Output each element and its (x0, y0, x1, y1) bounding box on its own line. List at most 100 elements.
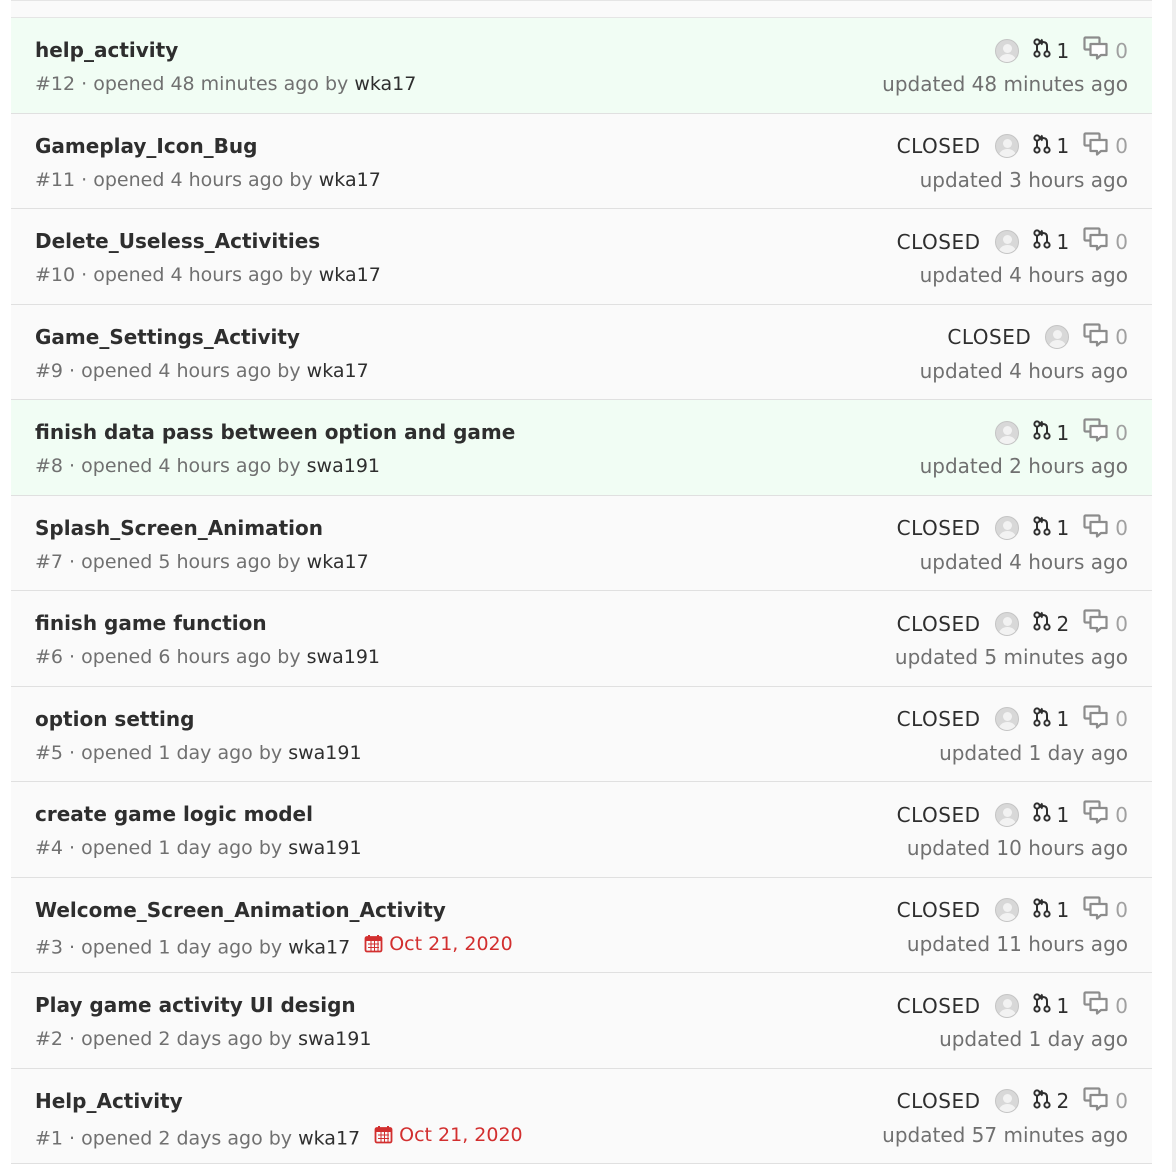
issues-list: help_activity #12 · opened 48 minutes ago… (11, 0, 1152, 1173)
issue-title-link[interactable]: Game_Settings_Activity (35, 325, 300, 349)
calendar-icon (374, 1125, 393, 1144)
avatar[interactable] (994, 898, 1019, 922)
avatar[interactable] (1045, 325, 1070, 349)
avatar[interactable] (994, 707, 1019, 731)
issue-author-link[interactable]: swa191 (307, 646, 380, 668)
issue-number: #6 (35, 646, 64, 668)
comments-icon (1083, 1086, 1109, 1116)
merge-requests-count[interactable]: 1 (1032, 802, 1070, 827)
issue-row[interactable]: finish data pass between option and game… (11, 400, 1152, 496)
merge-requests-count-text: 1 (1056, 707, 1070, 731)
issue-number: #8 (35, 455, 64, 477)
comments-count[interactable]: 0 (1083, 418, 1128, 447)
issue-author-link[interactable]: wka17 (307, 551, 369, 573)
issue-rows: help_activity #12 · opened 48 minutes ago… (11, 18, 1152, 1164)
merge-requests-count[interactable]: 1 (1032, 897, 1069, 923)
merge-requests-count[interactable]: 1 (1032, 420, 1069, 445)
avatar[interactable] (994, 993, 1019, 1018)
issue-author-link[interactable]: swa191 (288, 742, 361, 764)
issue-row[interactable]: Gameplay_Icon_Bug #11 · opened 4 hours ag… (11, 113, 1152, 209)
issue-author-link[interactable]: swa191 (298, 1028, 371, 1050)
merge-requests-count[interactable]: 1 (1032, 38, 1069, 63)
issue-row[interactable]: option setting #5 · opened 1 day ago by s… (11, 686, 1152, 782)
comments-icon (1083, 513, 1109, 543)
issue-number: #9 (35, 359, 64, 382)
scrollbar[interactable] (1172, 0, 1176, 1172)
issue-author-link[interactable]: wka17 (298, 1127, 360, 1149)
issue-title-link[interactable]: Delete_Useless_Activities (35, 229, 320, 253)
issue-title-link[interactable]: Play game activity UI design (35, 993, 356, 1017)
avatar[interactable] (994, 420, 1019, 445)
issue-controls: 10 (994, 418, 1128, 447)
comments-count[interactable]: 0 (1083, 513, 1128, 543)
issue-title-link[interactable]: create game logic model (35, 802, 313, 826)
avatar[interactable] (994, 229, 1019, 254)
avatar[interactable] (994, 611, 1019, 636)
status-badge: CLOSED (896, 707, 981, 731)
avatar[interactable] (994, 802, 1019, 827)
issue-title-link[interactable]: Gameplay_Icon_Bug (35, 134, 257, 158)
merge-requests-count[interactable]: 2 (1032, 1088, 1069, 1114)
issue-updated: updated 4 hours ago (919, 263, 1128, 287)
issue-row[interactable]: create game logic model #4 · opened 1 day… (11, 782, 1152, 878)
merge-requests-count[interactable]: 1 (1032, 133, 1069, 159)
avatar[interactable] (994, 1089, 1019, 1113)
issue-controls: CLOSED 1 0 (897, 513, 1128, 543)
issue-title-link[interactable]: Help_Activity (35, 1089, 183, 1113)
avatar[interactable] (994, 134, 1019, 158)
comments-count[interactable]: 0 (1083, 800, 1128, 829)
issue-row[interactable]: Game_Settings_Activity #9 · opened 4 hour… (11, 304, 1152, 400)
merge-requests-count[interactable]: 1 (1032, 515, 1069, 541)
merge-request-icon (1032, 611, 1051, 636)
issue-author-link[interactable]: swa191 (307, 455, 380, 477)
issue-title-link[interactable]: Splash_Screen_Animation (35, 516, 323, 540)
merge-requests-count[interactable]: 2 (1032, 611, 1069, 636)
issue-title-link[interactable]: finish data pass between option and game (35, 420, 515, 444)
comments-icon (1083, 991, 1109, 1020)
comments-count[interactable]: 0 (1083, 991, 1128, 1020)
issue-row[interactable]: Play game activity UI design #2 · opened … (11, 973, 1152, 1069)
merge-requests-count[interactable]: 1 (1032, 993, 1069, 1018)
issue-title-link[interactable]: help_activity (35, 38, 178, 62)
comments-count-text: 0 (1115, 420, 1128, 445)
due-date-text: Oct 21, 2020 (399, 1123, 523, 1146)
issue-author-link[interactable]: wka17 (307, 360, 369, 382)
issue-title-link[interactable]: option setting (35, 707, 194, 731)
comments-count[interactable]: 0 (1083, 227, 1128, 256)
due-date[interactable]: Oct 21, 2020 (364, 933, 513, 955)
issue-author-link[interactable]: wka17 (288, 936, 350, 958)
comments-count[interactable]: 0 (1083, 131, 1128, 161)
merge-requests-count[interactable]: 1 (1032, 229, 1069, 254)
merge-requests-count[interactable]: 1 (1032, 706, 1070, 732)
issue-row[interactable]: Welcome_Screen_Animation_Activity #3 · op… (11, 877, 1152, 973)
issue-opened-text: opened 48 minutes ago by (93, 73, 349, 95)
comments-count-text: 0 (1115, 1089, 1128, 1113)
comments-count[interactable]: 0 (1083, 36, 1128, 65)
issue-row[interactable]: Splash_Screen_Animation #7 · opened 5 hou… (11, 495, 1152, 591)
issue-meta: #12 · opened 48 minutes ago by wka17 (35, 73, 417, 95)
issue-updated: updated 1 day ago (939, 1027, 1128, 1051)
comments-count[interactable]: 0 (1083, 1086, 1128, 1116)
comments-count[interactable]: 0 (1083, 704, 1128, 734)
issue-author-link[interactable]: wka17 (354, 73, 416, 95)
merge-request-icon (1032, 706, 1051, 732)
avatar[interactable] (994, 38, 1019, 63)
issue-author-link[interactable]: wka17 (319, 264, 381, 286)
issue-opened-text: opened 4 hours ago by (81, 359, 301, 382)
issue-row[interactable]: help_activity #12 · opened 48 minutes ago… (11, 18, 1152, 114)
issue-author-link[interactable]: wka17 (319, 169, 381, 191)
issue-author-link[interactable]: swa191 (288, 837, 361, 859)
issue-row[interactable]: finish game function #6 · opened 6 hours … (11, 591, 1152, 687)
issue-number: #12 (35, 73, 76, 95)
comments-count[interactable]: 0 (1083, 609, 1128, 638)
due-date[interactable]: Oct 21, 2020 (374, 1124, 523, 1146)
comments-count[interactable]: 0 (1083, 322, 1128, 352)
issue-row[interactable]: Delete_Useless_Activities #10 · opened 4 … (11, 209, 1152, 305)
comments-count[interactable]: 0 (1083, 895, 1128, 925)
comments-icon (1083, 131, 1109, 161)
issue-title-link[interactable]: Welcome_Screen_Animation_Activity (35, 898, 446, 922)
issue-row[interactable]: Help_Activity #1 · opened 2 days ago by w… (11, 1068, 1152, 1164)
issue-title-link[interactable]: finish game function (35, 611, 267, 635)
avatar[interactable] (994, 516, 1019, 540)
merge-requests-count-text: 1 (1056, 802, 1070, 827)
